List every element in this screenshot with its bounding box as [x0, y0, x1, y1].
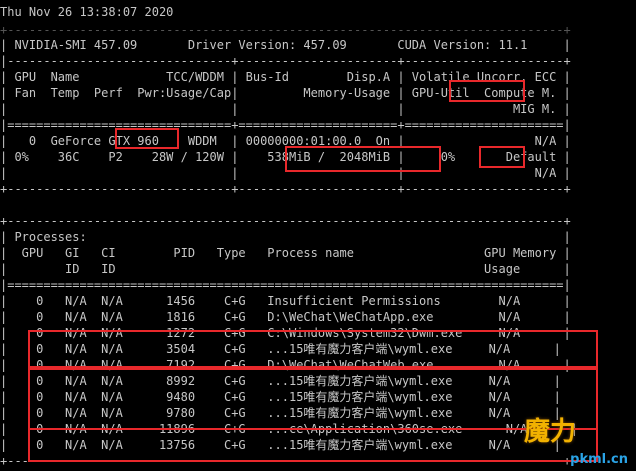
timestamp-line: Thu Nov 26 13:38:07 2020 [0, 5, 174, 19]
highlight-process-group-3 [28, 428, 598, 462]
border-line: +---------------------------------------… [0, 23, 571, 37]
process-row: | 0 N/A N/A 1816 C+G D:\WeChat\WeChatApp… [0, 310, 571, 324]
gpu-header-row3: | | | MIG M. | [0, 102, 571, 116]
gpu-table-border-bottom: +-------------------------------+-------… [0, 182, 571, 196]
gpu-table-border-top: |-------------------------------+-------… [0, 54, 571, 68]
version-line: | NVIDIA-SMI 457.09 Driver Version: 457.… [0, 38, 571, 52]
highlight-process-group-1 [28, 330, 598, 368]
highlight-gpu-model [115, 128, 179, 149]
highlight-gpu-util-value [479, 146, 525, 168]
watermark-text: pkml.cn [570, 452, 628, 467]
processes-header1: | GPU GI CI PID Type Process name GPU Me… [0, 246, 571, 260]
highlight-memory-usage [285, 146, 441, 172]
highlight-gpu-util-header [449, 80, 525, 102]
highlight-process-group-2 [28, 368, 598, 430]
processes-separator: |=======================================… [0, 278, 571, 292]
watermark-logo-mark: 魔力 [524, 417, 577, 447]
gpu-table-separator: |===============================+=======… [0, 118, 571, 132]
processes-header2: | ID ID Usage | [0, 262, 571, 276]
watermark-logo: 魔力 pkml.cn [522, 397, 634, 469]
processes-border-top: +---------------------------------------… [0, 214, 571, 228]
process-row: | 0 N/A N/A 1456 C+G Insufficient Permis… [0, 294, 571, 308]
processes-title: | Processes: | [0, 230, 571, 244]
